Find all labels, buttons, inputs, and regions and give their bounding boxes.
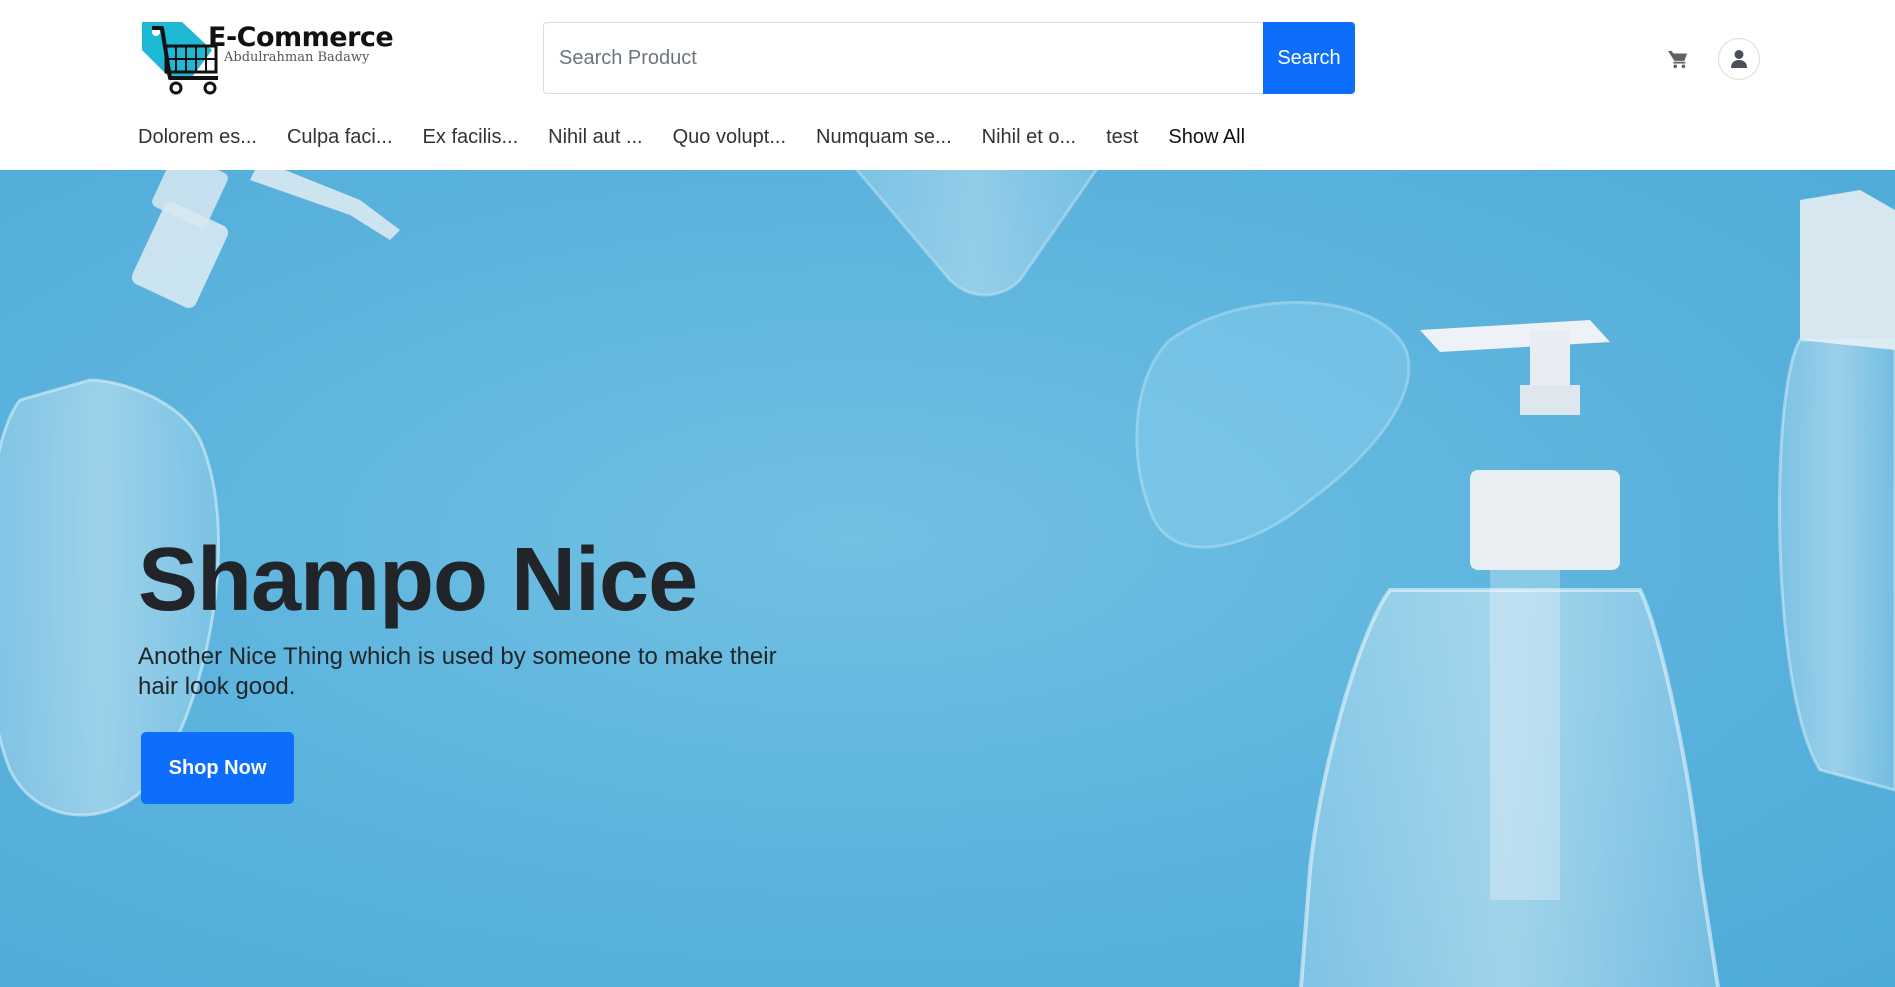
category-link[interactable]: Culpa faci... bbox=[287, 126, 393, 149]
top-navbar: E-Commerce Abdulrahman Badawy Search Dol… bbox=[0, 0, 1895, 170]
category-link[interactable]: Dolorem es... bbox=[138, 126, 257, 149]
category-link[interactable]: Ex facilis... bbox=[423, 126, 519, 149]
hero-description: Another Nice Thing which is used by some… bbox=[138, 643, 777, 700]
cart-button[interactable] bbox=[1663, 44, 1693, 74]
hero-content: Shampo Nice Another Nice Thing which is … bbox=[138, 530, 818, 804]
search-button[interactable]: Search bbox=[1263, 22, 1355, 94]
category-nav: Dolorem es... Culpa faci... Ex facilis..… bbox=[138, 122, 1275, 152]
category-link[interactable]: Quo volupt... bbox=[673, 126, 786, 149]
user-icon bbox=[1731, 50, 1747, 68]
category-link[interactable]: Numquam se... bbox=[816, 126, 952, 149]
brand-title: E-Commerce bbox=[208, 22, 394, 53]
brand-logo-link[interactable]: E-Commerce Abdulrahman Badawy bbox=[138, 18, 394, 102]
hero-title: Shampo Nice bbox=[138, 530, 698, 630]
search-form: Search bbox=[543, 22, 1355, 94]
category-link[interactable]: Nihil et o... bbox=[982, 126, 1076, 149]
cart-icon bbox=[1668, 50, 1688, 69]
search-input[interactable] bbox=[543, 22, 1263, 94]
show-all-categories-link[interactable]: Show All bbox=[1168, 126, 1245, 149]
account-button[interactable] bbox=[1718, 38, 1760, 80]
category-link[interactable]: test bbox=[1106, 126, 1138, 149]
category-link[interactable]: Nihil aut ... bbox=[548, 126, 642, 149]
brand-subtitle: Abdulrahman Badawy bbox=[224, 50, 370, 65]
shop-now-button[interactable]: Shop Now bbox=[141, 732, 294, 804]
hero-banner: Shampo Nice Another Nice Thing which is … bbox=[0, 170, 1895, 987]
